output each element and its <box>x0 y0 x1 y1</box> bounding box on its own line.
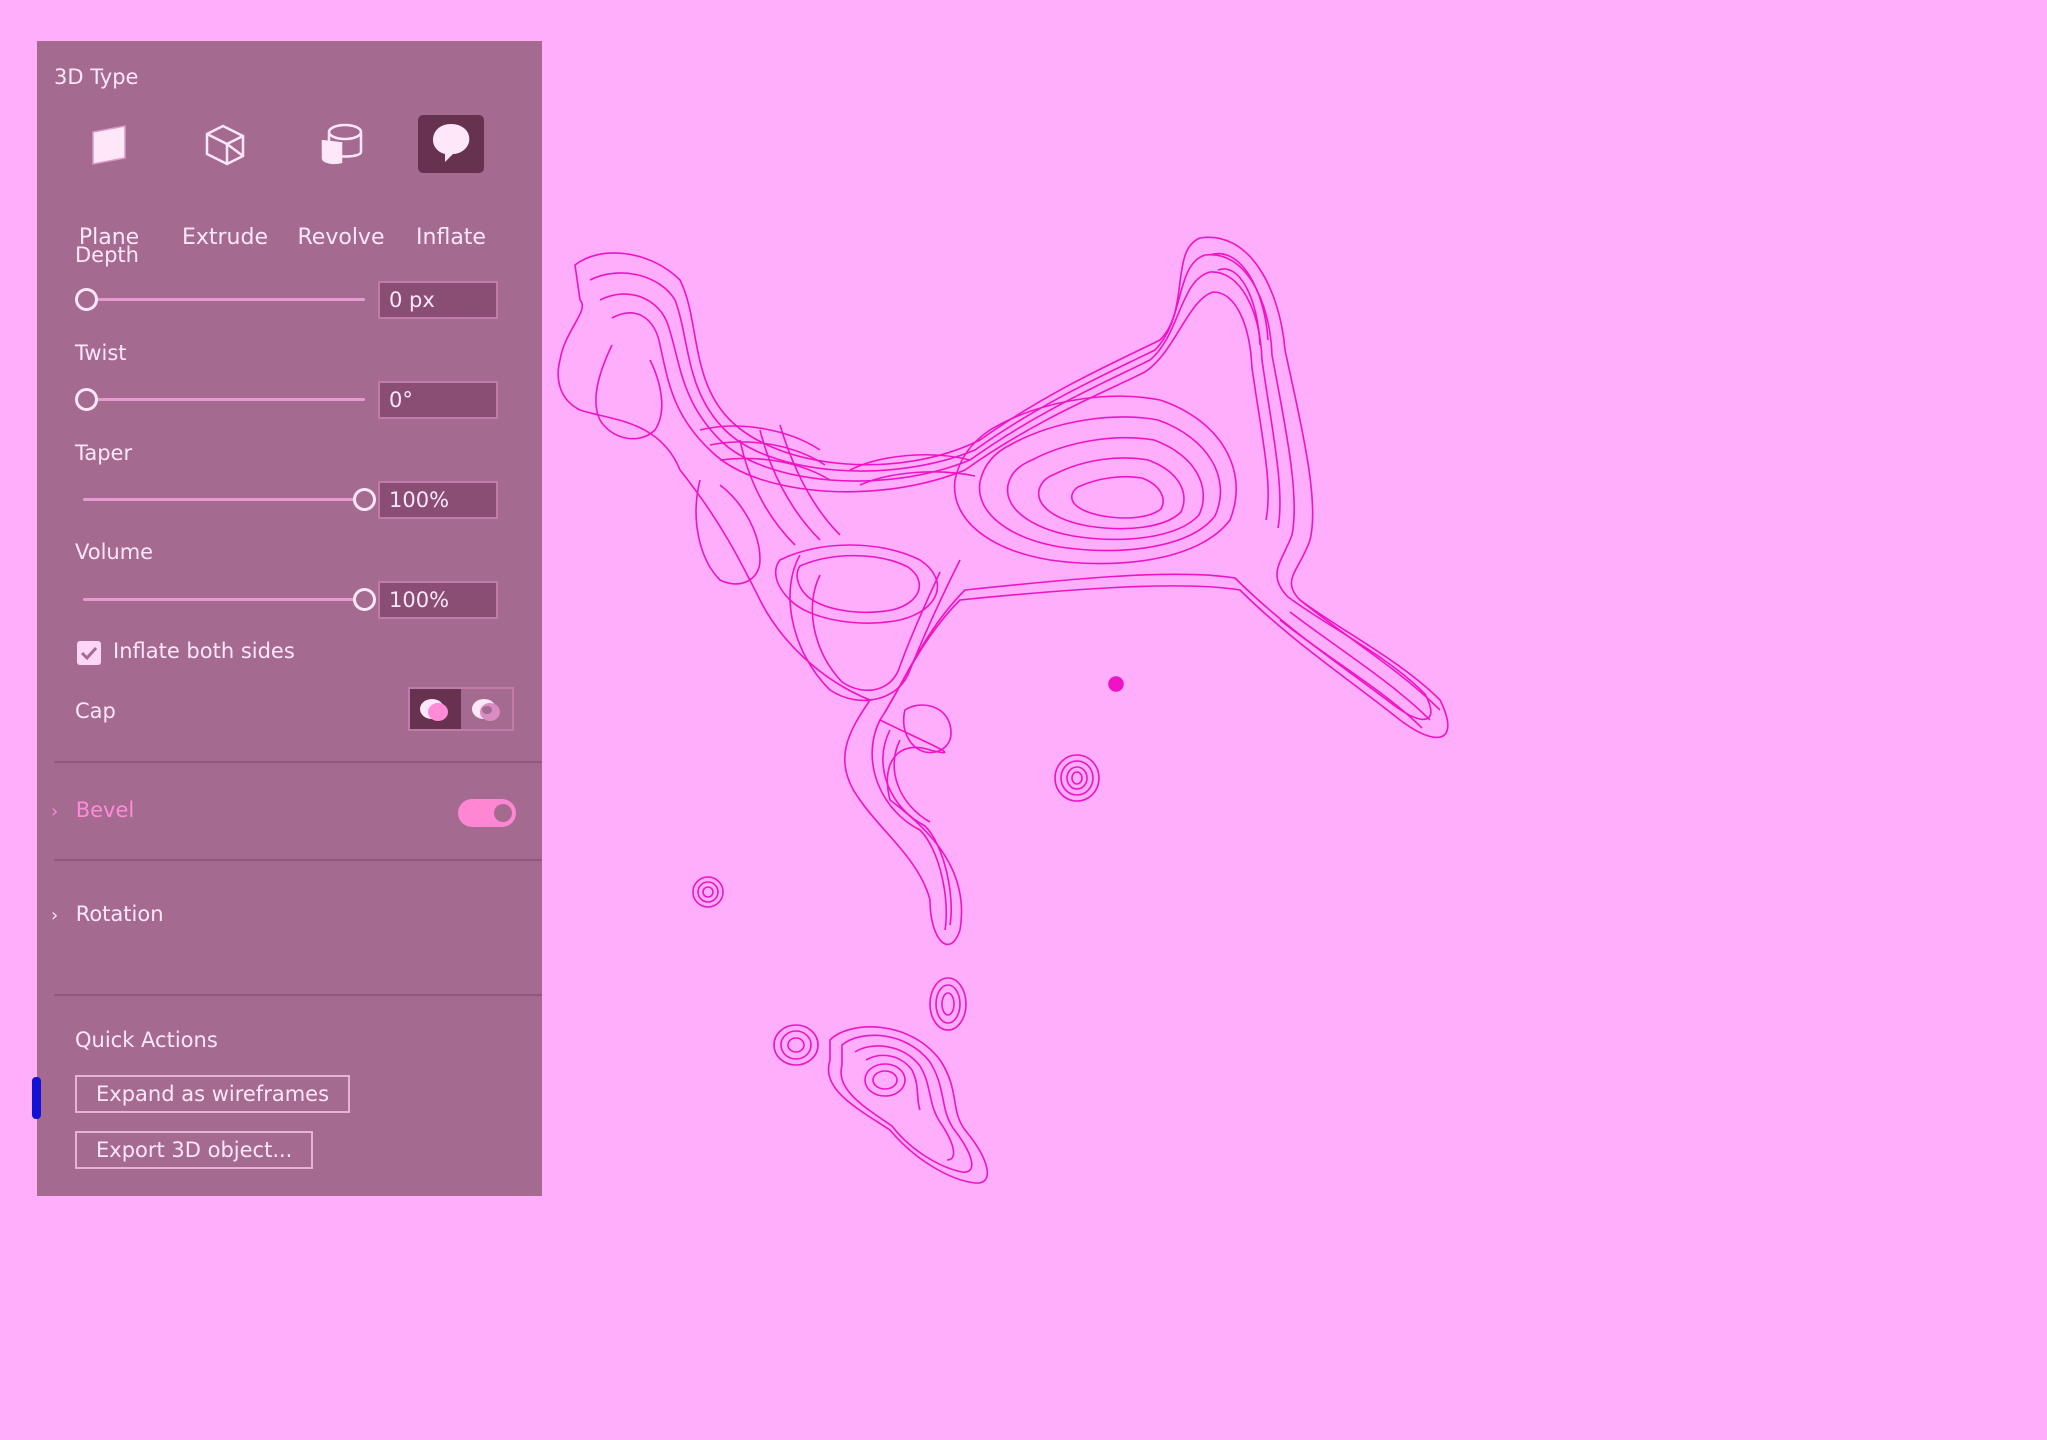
wire-contour <box>599 271 1281 529</box>
type-plane-button[interactable]: Plane <box>54 113 164 250</box>
toggle-knob <box>494 804 512 822</box>
wire-contour <box>1299 599 1441 711</box>
volume-slider[interactable] <box>75 585 376 613</box>
chevron-right-icon: › <box>51 905 59 926</box>
inflate-both-sides-label: Inflate both sides <box>113 639 295 663</box>
wire-blob <box>702 886 714 898</box>
twist-input[interactable]: 0° <box>378 381 498 419</box>
wire-contour <box>1071 475 1164 519</box>
wire-contour <box>595 344 663 440</box>
wire-drop <box>840 1034 973 1173</box>
rotation-label: Rotation <box>75 902 164 926</box>
checkmark-icon <box>80 646 98 661</box>
wire-blob <box>697 881 719 903</box>
wire-contour <box>1006 436 1204 541</box>
taper-input[interactable]: 100% <box>378 481 498 519</box>
quick-actions-title: Quick Actions <box>75 1028 218 1052</box>
wire-blob <box>780 1030 812 1060</box>
volume-label: Volume <box>75 540 154 564</box>
wire-blob <box>1066 766 1088 790</box>
type-revolve-button[interactable]: Revolve <box>286 113 396 250</box>
section-divider <box>54 994 542 996</box>
type-inflate-button[interactable]: Inflate <box>396 113 506 250</box>
wire-contour <box>695 479 761 585</box>
chevron-right-icon: › <box>51 801 59 822</box>
inflate-both-sides-checkbox[interactable] <box>77 641 101 665</box>
taper-slider[interactable] <box>75 485 376 513</box>
wire-blob <box>935 984 961 1024</box>
wire-contour <box>1217 268 1261 346</box>
bevel-section-header[interactable]: › Bevel <box>51 798 134 822</box>
cap-off-button[interactable] <box>462 689 513 729</box>
slider-thumb[interactable] <box>353 488 376 511</box>
bevel-label: Bevel <box>75 798 135 822</box>
3d-properties-panel: 3D Type Plane Extrude Revolve Inflate De… <box>37 41 542 1196</box>
inflated-wireframe-object[interactable] <box>557 236 1449 1184</box>
slider-track <box>83 398 365 401</box>
wire-drop <box>872 1070 898 1090</box>
wire-blob <box>1071 771 1083 785</box>
cap-on-icon <box>420 699 448 721</box>
cap-toggle-group <box>408 687 514 731</box>
depth-label: Depth <box>75 243 139 267</box>
slider-thumb[interactable] <box>353 588 376 611</box>
volume-input[interactable]: 100% <box>378 581 498 619</box>
depth-slider[interactable] <box>75 285 365 313</box>
twist-label: Twist <box>75 341 127 365</box>
revolve-icon <box>308 115 374 173</box>
expand-as-wireframes-button[interactable]: Expand as wireframes <box>75 1075 351 1113</box>
wire-contour <box>589 253 1432 721</box>
wire-drop <box>864 1063 906 1097</box>
type-label: Inflate <box>416 225 486 250</box>
rotation-section-header[interactable]: › Rotation <box>51 902 164 926</box>
taper-label: Taper <box>75 441 133 465</box>
slider-track <box>83 498 365 501</box>
slider-thumb[interactable] <box>75 388 98 411</box>
export-3d-object-button[interactable]: Export 3D object... <box>75 1131 314 1169</box>
wire-dot <box>1108 676 1124 692</box>
slider-thumb[interactable] <box>75 288 98 311</box>
slider-track <box>83 298 365 301</box>
wire-blob <box>941 992 955 1016</box>
twist-slider[interactable] <box>75 385 365 413</box>
slider-track <box>83 598 365 601</box>
wire-blob <box>1060 760 1094 796</box>
plane-icon <box>76 115 142 173</box>
wire-blob <box>787 1037 805 1053</box>
wire-contour-outer <box>557 236 1449 946</box>
wire-contour <box>1038 457 1185 530</box>
wire-contour <box>811 571 941 691</box>
cap-off-icon <box>472 699 500 721</box>
bevel-toggle[interactable] <box>458 799 516 827</box>
wire-contour <box>903 704 952 754</box>
depth-input[interactable]: 0 px <box>378 281 498 319</box>
wire-drop <box>827 1026 989 1184</box>
panel-title: 3D Type <box>54 65 139 89</box>
section-divider <box>54 859 542 861</box>
inflate-icon <box>418 115 484 173</box>
cap-on-button[interactable] <box>410 689 461 729</box>
type-label: Revolve <box>297 225 385 250</box>
cap-label: Cap <box>75 699 116 723</box>
wire-contour <box>699 425 831 481</box>
type-extrude-button[interactable]: Extrude <box>170 113 280 250</box>
extrude-icon <box>192 115 258 173</box>
wire-contour <box>1289 611 1431 721</box>
keyboard-focus-indicator <box>32 1077 41 1119</box>
type-label: Extrude <box>181 225 269 250</box>
section-divider <box>54 761 542 763</box>
